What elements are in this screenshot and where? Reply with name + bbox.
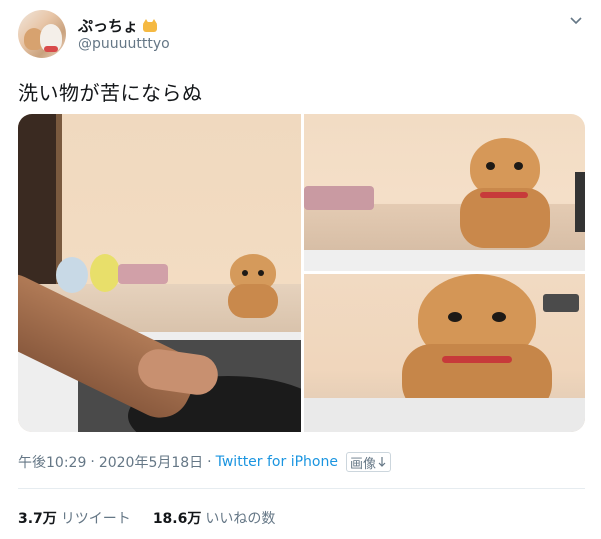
cat-collar (480, 192, 528, 198)
tweet-text: 洗い物が苦にならぬ (18, 81, 203, 105)
tweet-date[interactable]: 2020年5月18日 (99, 452, 203, 472)
photo-1[interactable] (18, 114, 301, 432)
likes-count: 18.6万 (152, 511, 202, 527)
likes-label: いいねの数 (205, 511, 276, 527)
tweet-card: ぷっちょ @puuuutttyo 洗い物が苦にならぬ 午後10:29 · 202… (0, 0, 601, 539)
photo-3[interactable] (304, 274, 585, 432)
blue-egg-toy (56, 257, 88, 293)
tweet-stats: 3.7万 リツイート 18.6万 いいねの数 (18, 508, 275, 528)
retweets-stat[interactable]: 3.7万 リツイート (18, 508, 131, 528)
author-handle[interactable]: @puuuutttyo (78, 36, 170, 52)
cat-eye-right (514, 162, 523, 170)
divider (18, 488, 585, 489)
counter-front (304, 398, 585, 432)
download-arrow-icon (378, 457, 386, 467)
retweets-count: 3.7万 (18, 511, 57, 527)
retweets-label: リツイート (60, 511, 131, 527)
chevron-down-icon[interactable] (569, 14, 583, 28)
tweet-time[interactable]: 午後10:29 (18, 452, 86, 472)
counter-front (304, 250, 585, 271)
media-label: 画像 (349, 456, 376, 472)
cat-eye-left (242, 270, 248, 276)
cat-medium (454, 132, 554, 252)
avatar[interactable] (18, 10, 66, 58)
cat-closeup (396, 274, 556, 414)
likes-stat[interactable]: 18.6万 いいねの数 (153, 508, 276, 528)
cat-eye-right (492, 312, 506, 322)
cat-emoji-icon (142, 18, 158, 33)
media-download-button[interactable]: 画像 (345, 452, 391, 472)
photo-2[interactable] (304, 114, 585, 271)
cat-eye-right (258, 270, 264, 276)
pink-stand (118, 264, 168, 284)
media-grid (18, 114, 585, 432)
tweet-meta: 午後10:29 · 2020年5月18日 · Twitter for iPhon… (18, 452, 391, 472)
meta-separator: · (207, 454, 212, 470)
cat-small (224, 250, 280, 322)
cat-body (228, 284, 278, 318)
pink-stand (304, 186, 374, 210)
author-name-row[interactable]: ぷっちょ (78, 15, 158, 36)
meta-separator: · (90, 454, 95, 470)
tweet-source-link[interactable]: Twitter for iPhone (216, 454, 338, 470)
avatar-collar (44, 46, 58, 52)
dark-object (575, 172, 585, 232)
author-display-name[interactable]: ぷっちょ (78, 15, 138, 36)
cat-eye-left (486, 162, 495, 170)
yellow-egg-toy (90, 254, 120, 292)
cat-collar (442, 356, 512, 363)
cat-eye-left (448, 312, 462, 322)
